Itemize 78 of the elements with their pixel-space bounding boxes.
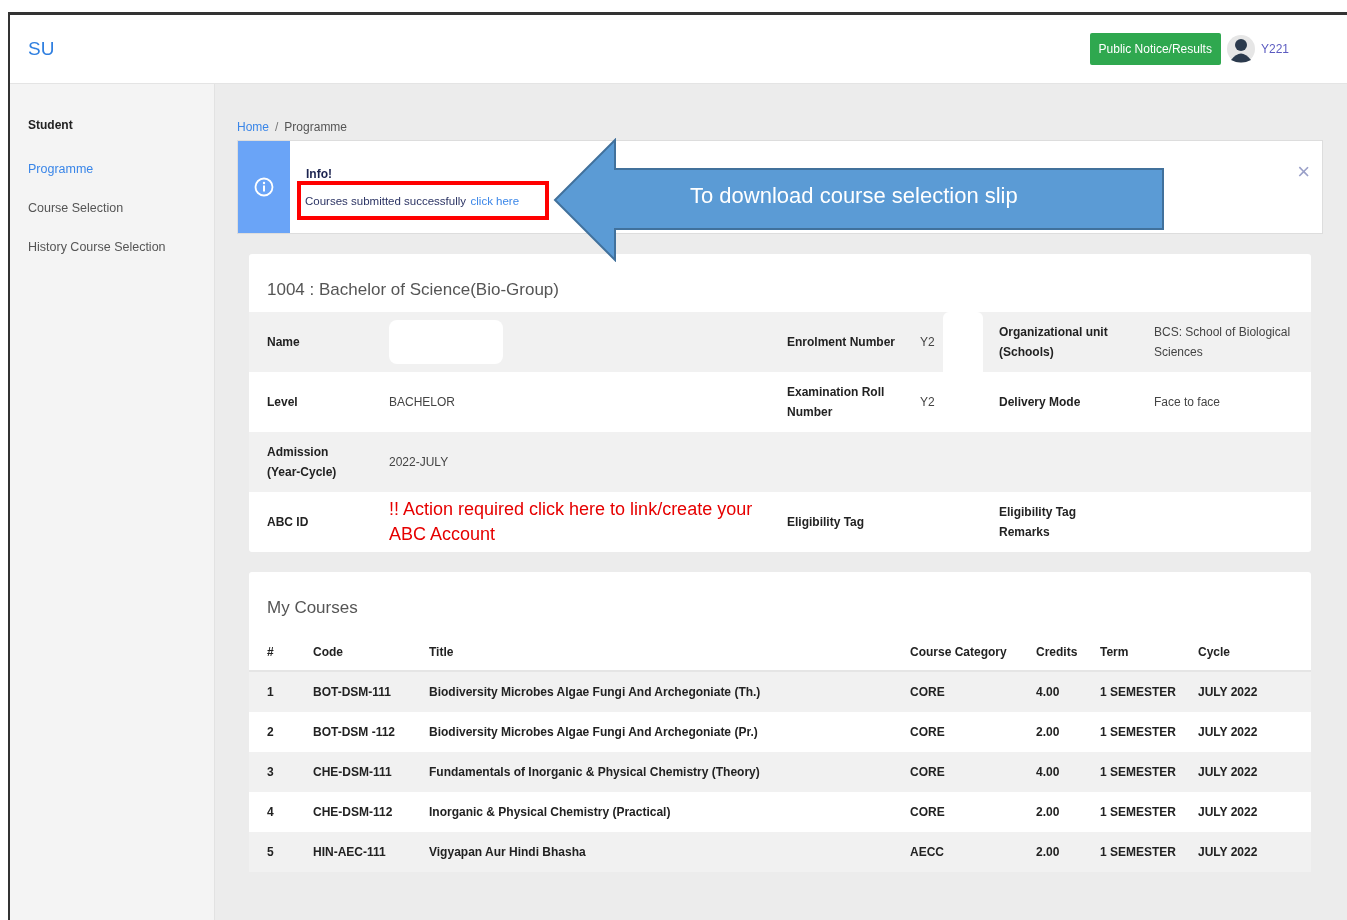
field-value: BACHELOR <box>389 393 456 411</box>
table-cell-text: CORE <box>909 765 946 779</box>
field-label: Eligibility Tag Remarks <box>999 503 1078 541</box>
table-cell-text: 2.00 <box>1035 805 1061 819</box>
column-header: Cycle <box>1197 645 1232 659</box>
column-header: Term <box>1099 645 1130 659</box>
table-cell-text: AECC <box>909 845 945 859</box>
table-cell-text: 4.00 <box>1035 685 1061 699</box>
field-label: Examination Roll Number <box>787 383 886 421</box>
breadcrumb-item[interactable]: Programme <box>284 120 348 134</box>
column-header: Course Category <box>909 645 1008 659</box>
sidebar-item[interactable]: Course Selection <box>28 201 214 215</box>
field-value: 2022-JULY <box>389 453 449 471</box>
table-cell-text: BOT-DSM-111 <box>312 685 393 699</box>
field-value: BCS: School of Biological Sciences <box>1154 323 1292 361</box>
table-cell-text: JULY 2022 <box>1197 725 1259 739</box>
table-cell-text: JULY 2022 <box>1197 805 1259 819</box>
table-cell-text: CORE <box>909 725 946 739</box>
table-cell-text: 1 SEMESTER <box>1099 805 1178 819</box>
close-button[interactable]: × <box>1297 161 1310 183</box>
table-cell-text: CHE-DSM-111 <box>312 765 393 779</box>
table-cell-text: 1 SEMESTER <box>1099 845 1178 859</box>
table-cell-text: JULY 2022 <box>1197 765 1259 779</box>
field-value: Y2 <box>920 393 935 411</box>
field-label: Organizational unit (Schools) <box>999 323 1109 361</box>
table-cell-text: BOT-DSM -112 <box>312 725 397 739</box>
table-cell-text: 3 <box>266 765 275 779</box>
table-cell-text: 5 <box>266 845 275 859</box>
column-header: Credits <box>1035 645 1079 659</box>
table-cell-text: 4 <box>266 805 275 819</box>
table-cell-text: 1 <box>266 685 275 699</box>
click-here-link[interactable]: click here <box>470 195 520 207</box>
field-value: Y2 <box>920 333 935 351</box>
programme-title: 1004 : Bachelor of Science(Bio-Group) <box>266 279 560 301</box>
field-label: Level <box>267 393 298 411</box>
user-avatar-icon[interactable] <box>1226 35 1255 63</box>
alert-message: Courses submitted successfully <box>305 195 467 207</box>
public-notice-button[interactable]: Public Notice/Results <box>1089 33 1221 65</box>
field-label: Eligibility Tag <box>787 513 865 531</box>
table-cell-text: HIN-AEC-111 <box>312 845 387 859</box>
callout-text: To download course selection slip <box>690 183 1018 209</box>
courses-title: My Courses <box>266 597 359 619</box>
field-label: Delivery Mode <box>999 393 1081 411</box>
column-header: # <box>266 645 275 659</box>
field-value: Face to face <box>1154 393 1221 411</box>
table-cell-text: CHE-DSM-112 <box>312 805 394 819</box>
table-cell-text: Biodiversity Microbes Algae Fungi And Archegoniate (Th.) <box>428 685 762 699</box>
field-label: Name <box>267 333 300 351</box>
field-label: Enrolment Number <box>787 333 895 351</box>
field-label: ABC ID <box>267 513 309 531</box>
table-cell-text: 1 SEMESTER <box>1099 725 1178 739</box>
column-header: Code <box>312 645 344 659</box>
logo-text[interactable]: SU <box>28 38 55 60</box>
table-cell-text: Biodiversity Microbes Algae Fungi And Archegoniate (Pr.) <box>428 725 759 739</box>
table-cell-text: JULY 2022 <box>1197 845 1259 859</box>
alert-title: Info! <box>306 167 333 181</box>
table-cell-text: JULY 2022 <box>1197 685 1259 699</box>
sidebar-item[interactable]: Programme <box>28 162 214 176</box>
table-cell-text: Vigyapan Aur Hindi Bhasha <box>428 845 587 859</box>
table-cell-text: 2 <box>266 725 275 739</box>
user-id[interactable]: Y221 <box>1260 42 1289 56</box>
table-cell-text: 2.00 <box>1035 725 1061 739</box>
column-header: Title <box>428 645 455 659</box>
table-cell-text: 1 SEMESTER <box>1099 765 1178 779</box>
abc-account-link[interactable]: !! Action required click here to link/create your ABC Account <box>389 496 759 548</box>
table-cell-text: 2.00 <box>1035 845 1061 859</box>
table-cell-text: Inorganic & Physical Chemistry (Practical) <box>428 805 672 819</box>
sidebar-item[interactable]: History Course Selection <box>28 240 214 254</box>
breadcrumb-separator: / <box>275 120 279 134</box>
table-cell-text: 4.00 <box>1035 765 1061 779</box>
table-cell-text: CORE <box>909 805 946 819</box>
sidebar-heading: Student <box>28 118 74 132</box>
table-cell-text: CORE <box>909 685 946 699</box>
breadcrumb-item[interactable]: Home <box>237 120 269 134</box>
table-cell-text: 1 SEMESTER <box>1099 685 1178 699</box>
table-cell-text: Fundamentals of Inorganic & Physical Chemistry (Theory) <box>428 765 761 779</box>
field-label: Admission (Year-Cycle) <box>267 443 338 481</box>
info-icon <box>254 177 274 197</box>
